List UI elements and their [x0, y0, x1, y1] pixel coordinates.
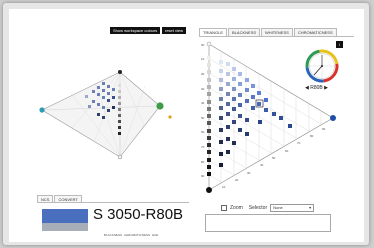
- zoom-checkbox[interactable]: [221, 205, 227, 211]
- zoom-label: Zoom: [230, 205, 243, 211]
- tick-label: 30: [201, 87, 205, 91]
- tick-label: 80: [201, 160, 205, 164]
- hue-value: R80B: [310, 85, 323, 91]
- hue-wheel[interactable]: [305, 49, 340, 84]
- notes-field[interactable]: [205, 214, 331, 232]
- tick-label: 00: [201, 43, 205, 47]
- tick-label: 80: [310, 134, 314, 138]
- hue-point-yellow: [168, 115, 172, 119]
- zoom-row: Zoom Selector None ▾: [221, 204, 315, 212]
- hue-next-icon[interactable]: ▶: [324, 85, 328, 91]
- info-icon[interactable]: i: [336, 41, 343, 48]
- tick-label: 90: [322, 127, 326, 131]
- hue-point-right: [156, 102, 164, 110]
- chevron-down-icon: ▾: [309, 205, 312, 210]
- tick-label: 10: [201, 57, 205, 61]
- tick-label: 70: [201, 145, 205, 149]
- hue-selector: ◀ R80B ▶: [305, 85, 328, 91]
- ncs-code: S 3050-R80B: [93, 206, 184, 223]
- full-chroma-marker: [330, 115, 336, 121]
- tick-label: 50: [201, 116, 205, 120]
- selector-dropdown[interactable]: None ▾: [270, 204, 315, 212]
- ncs-tab-divider: [37, 202, 189, 203]
- black-pole-marker: [117, 154, 123, 160]
- tick-label: 90: [201, 174, 205, 178]
- tick-label: 40: [260, 163, 264, 167]
- tick-label: 20: [235, 178, 239, 182]
- tick-label: 50: [272, 156, 276, 160]
- color-swatch: [42, 209, 88, 223]
- tick-label: 70: [297, 141, 301, 145]
- selector-value: None: [273, 205, 283, 210]
- white-corner-marker: [206, 41, 212, 47]
- tick-label: 60: [201, 130, 205, 134]
- triangle-left-ticks: 00 10 20 30 40 50 60 70 80 90: [201, 43, 205, 178]
- tick-label: 30: [247, 171, 251, 175]
- color-swatch-shadow: [42, 223, 88, 231]
- color-solid-3d[interactable]: [39, 70, 172, 160]
- hue-point-left: [39, 107, 45, 113]
- hue-prev-icon[interactable]: ◀: [305, 85, 309, 91]
- black-corner-marker: [206, 187, 212, 193]
- tick-label: 40: [201, 101, 205, 105]
- selector-label: Selector: [248, 205, 268, 211]
- ncs-code-sublabels: BLACKNESS CHROMATICNESS HUE: [104, 233, 159, 237]
- tick-label: 20: [201, 72, 205, 76]
- tick-label: 60: [285, 149, 289, 153]
- tick-label: 10: [222, 185, 226, 189]
- white-pole-marker: [118, 70, 122, 74]
